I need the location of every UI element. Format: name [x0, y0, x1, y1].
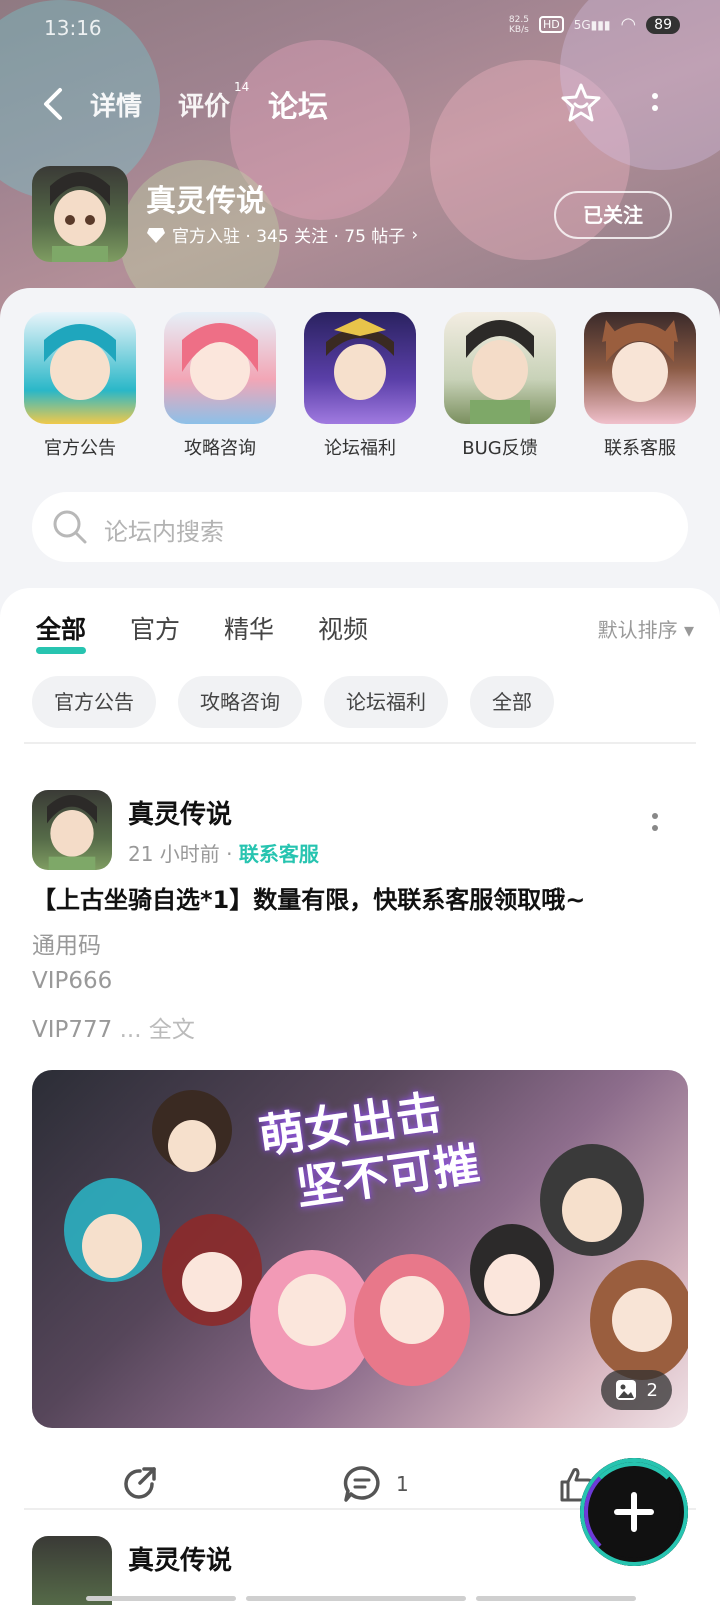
- category-label: 攻略咨询: [184, 438, 256, 459]
- next-post-avatar[interactable]: [32, 1536, 112, 1605]
- gallery-icon: [615, 1380, 636, 1400]
- game-meta[interactable]: 官方入驻 · 345 关注 · 75 帖子 ›: [146, 222, 418, 247]
- post-body-line: VIP777 ... 全文: [32, 1010, 195, 1044]
- status-icons: 82.5 KB/s HD 5G▮▮▮ ◠ 89: [509, 14, 680, 35]
- battery-indicator: 89: [646, 15, 680, 34]
- post-time: 21 小时前 ·: [128, 842, 233, 866]
- post-feed: 全部 官方 精华 视频 默认排序 ▾ 官方公告 攻略咨询 论坛福利 全部 真灵传…: [0, 588, 720, 1605]
- scroll-indicator: [86, 1596, 236, 1601]
- wifi-icon: ◠: [620, 14, 637, 35]
- feed-tab-official[interactable]: 官方: [130, 610, 180, 646]
- game-avatar[interactable]: [32, 166, 128, 262]
- post-meta: 21 小时前 · 联系客服: [128, 838, 319, 867]
- filter-chip[interactable]: 攻略咨询: [178, 676, 302, 728]
- follow-button[interactable]: 已关注: [554, 191, 672, 239]
- comment-count: 1: [396, 1472, 409, 1496]
- more-options-icon[interactable]: [650, 88, 660, 118]
- category-image: [164, 312, 276, 424]
- status-time: 13:16: [44, 16, 102, 40]
- feed-tab-video[interactable]: 视频: [318, 610, 368, 646]
- status-bar: 13:16 82.5 KB/s HD 5G▮▮▮ ◠ 89: [0, 10, 720, 46]
- comment-icon: [343, 1466, 380, 1502]
- post-body-text: VIP777: [32, 1017, 113, 1043]
- share-button[interactable]: [120, 1464, 160, 1504]
- category-official-announcement[interactable]: 官方公告: [24, 312, 136, 460]
- category-welfare[interactable]: 论坛福利: [304, 312, 416, 460]
- scroll-indicator: [246, 1596, 466, 1601]
- star-favorite-icon[interactable]: [560, 82, 602, 124]
- post-author-avatar[interactable]: [32, 790, 112, 870]
- category-image: [304, 312, 416, 424]
- post-tag[interactable]: 联系客服: [239, 842, 319, 866]
- signal-icon: 5G▮▮▮: [573, 17, 611, 32]
- network-speed: 82.5 KB/s: [508, 14, 529, 35]
- share-icon: [124, 1467, 156, 1499]
- plus-icon: [614, 1492, 654, 1532]
- diamond-icon: [147, 227, 165, 243]
- post-author-name[interactable]: 真灵传说: [128, 794, 232, 831]
- next-post-author[interactable]: 真灵传说: [128, 1540, 232, 1577]
- category-label: 论坛福利: [324, 438, 396, 459]
- category-image: [584, 312, 696, 424]
- category-strategy[interactable]: 攻略咨询: [164, 312, 276, 460]
- divider: [24, 742, 696, 744]
- category-label: 官方公告: [44, 438, 116, 459]
- hd-icon: HD: [538, 16, 564, 33]
- category-image: [444, 312, 556, 424]
- search-icon: [53, 510, 87, 544]
- post-more-icon[interactable]: [650, 808, 660, 838]
- header-background: [0, 0, 720, 320]
- post-body-line: 通用码: [32, 933, 101, 959]
- game-stats: 官方入驻 · 345 关注 · 75 帖子: [172, 227, 406, 247]
- filter-chip[interactable]: 论坛福利: [324, 676, 448, 728]
- filter-chip[interactable]: 全部: [470, 676, 554, 728]
- read-more-link[interactable]: 全文: [149, 1017, 195, 1043]
- image-count: 2: [646, 1379, 658, 1401]
- ellipsis: ...: [112, 1017, 149, 1043]
- feed-tab-all[interactable]: 全部: [36, 610, 87, 654]
- tab-reviews[interactable]: 评价: [178, 86, 230, 123]
- search-placeholder: 论坛内搜索: [104, 518, 224, 546]
- sort-dropdown[interactable]: 默认排序 ▾: [598, 614, 694, 643]
- reviews-count-badge: 14: [234, 80, 250, 94]
- category-image: [24, 312, 136, 424]
- feed-tab-featured[interactable]: 精华: [224, 610, 274, 646]
- avatar-illustration: [50, 172, 110, 262]
- image-count-badge: 2: [600, 1370, 672, 1410]
- forum-search-bar[interactable]: 论坛内搜索: [32, 492, 688, 562]
- scroll-indicator: [476, 1596, 636, 1601]
- post-body-line: VIP666: [32, 968, 113, 994]
- top-nav: 详情 评价 14 论坛: [0, 80, 720, 130]
- chevron-right-icon: ›: [411, 224, 419, 245]
- category-label: BUG反馈: [462, 438, 538, 459]
- tab-forum[interactable]: 论坛: [266, 82, 330, 126]
- new-post-fab[interactable]: [580, 1458, 688, 1566]
- filter-chip[interactable]: 官方公告: [32, 676, 156, 728]
- post-title[interactable]: 【上古坐骑自选*1】数量有限，快联系客服领取哦~: [32, 880, 585, 915]
- category-bug-report[interactable]: BUG反馈: [444, 312, 556, 460]
- category-label: 联系客服: [604, 438, 676, 459]
- comment-button[interactable]: 1: [342, 1464, 409, 1504]
- back-arrow-icon[interactable]: [40, 86, 70, 122]
- post-image[interactable]: 萌女出击 坚不可摧 2: [32, 1070, 688, 1428]
- tab-details[interactable]: 详情: [90, 86, 142, 123]
- game-title: 真灵传说: [146, 184, 266, 219]
- category-customer-service[interactable]: 联系客服: [584, 312, 696, 460]
